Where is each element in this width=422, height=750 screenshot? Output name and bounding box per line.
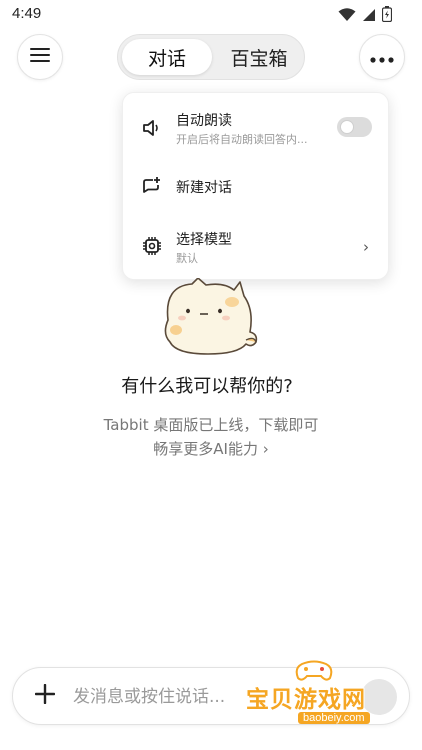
hamburger-icon [30,47,50,67]
status-bar: 4:49 [0,0,422,30]
tab-toolbox[interactable]: 百宝箱 [216,39,302,75]
menu-item-select-model[interactable]: 选择模型 默认 › [123,217,390,281]
status-icons [338,6,393,26]
site-watermark: 宝贝游戏网 baobeiy.com [246,660,406,750]
plus-icon [34,683,56,708]
menu-item-subtitle: 默认 [176,252,198,265]
toggle-knob [340,120,354,134]
watermark-text: 宝贝游戏网 [246,687,366,713]
mode-switcher: 对话 百宝箱 [117,34,305,80]
status-time: 4:49 [12,5,42,22]
menu-item-subtitle: 开启后将自动朗读回答内... [176,133,308,146]
battery-icon [381,6,393,26]
attach-button[interactable] [31,682,59,710]
new-chat-icon [141,175,163,197]
desktop-promo-link[interactable]: Tabbit 桌面版已上线，下载即可 畅享更多AI能力 › [0,413,422,461]
options-dropdown: 自动朗读 开启后将自动朗读回答内... 新建对话 选择模型 默认 › [122,92,389,280]
greeting-text: 有什么我可以帮你的? [121,376,293,397]
watermark-url: baobeiy.com [298,712,370,724]
signal-icon [362,7,376,26]
mascot-cat-illustration [158,277,264,358]
promo-line-2: 畅享更多AI能力 › [153,440,269,458]
chevron-right-icon: › [363,238,369,256]
more-dots-icon [370,48,394,67]
more-options-button[interactable] [359,34,405,80]
auto-read-toggle[interactable] [337,117,372,137]
menu-item-label: 新建对话 [176,180,232,196]
menu-button[interactable] [17,34,63,80]
chip-icon [141,235,163,257]
promo-line-1: Tabbit 桌面版已上线，下载即可 [103,416,319,434]
menu-item-label: 选择模型 [176,232,232,248]
menu-item-auto-read[interactable]: 自动朗读 开启后将自动朗读回答内... [123,93,390,155]
menu-item-label: 自动朗读 [176,113,232,129]
menu-item-new-chat[interactable]: 新建对话 [123,155,390,217]
tab-chat[interactable]: 对话 [122,39,212,75]
speaker-icon [141,117,163,139]
wifi-icon [338,7,356,26]
